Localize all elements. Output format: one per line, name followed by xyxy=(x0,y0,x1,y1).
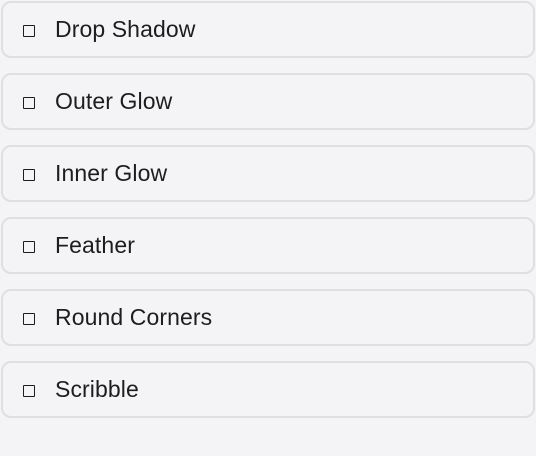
effects-panel: Drop Shadow Outer Glow Inner Glow Feathe… xyxy=(0,0,536,456)
effect-item-round-corners[interactable]: Round Corners xyxy=(1,289,535,346)
effect-item-drop-shadow[interactable]: Drop Shadow xyxy=(1,1,535,58)
effect-label: Drop Shadow xyxy=(55,16,196,42)
effect-label: Outer Glow xyxy=(55,88,173,114)
effect-item-feather[interactable]: Feather xyxy=(1,217,535,274)
effect-item-outer-glow[interactable]: Outer Glow xyxy=(1,73,535,130)
effect-label: Scribble xyxy=(55,376,139,402)
checkbox[interactable] xyxy=(23,25,35,37)
checkbox[interactable] xyxy=(23,241,35,253)
checkbox[interactable] xyxy=(23,97,35,109)
effect-label: Round Corners xyxy=(55,304,213,330)
checkbox[interactable] xyxy=(23,169,35,181)
effect-label: Inner Glow xyxy=(55,160,168,186)
effect-label: Feather xyxy=(55,232,135,258)
effect-item-inner-glow[interactable]: Inner Glow xyxy=(1,145,535,202)
checkbox[interactable] xyxy=(23,385,35,397)
checkbox[interactable] xyxy=(23,313,35,325)
effect-item-scribble[interactable]: Scribble xyxy=(1,361,535,418)
